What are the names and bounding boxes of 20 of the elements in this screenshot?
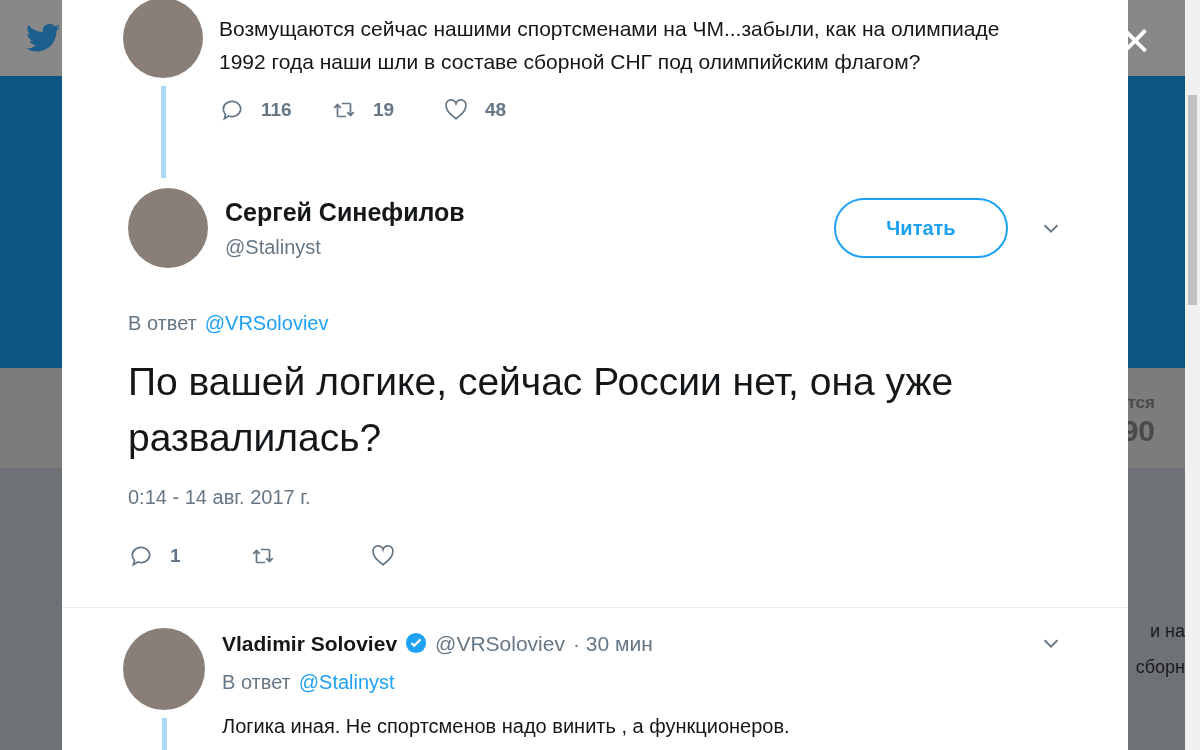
tweet-text: Возмущаются сейчас нашими спортсменами на ЧМ...забыли, как на олимпиаде 1992 года наши шли в составе сборной СНГ под олимпийским флагом? xyxy=(219,16,1001,75)
tweet-date: 0:14 - 14 авг. 2017 г. xyxy=(128,485,312,510)
user-handle[interactable]: @VRSoloviev xyxy=(435,627,565,659)
user-handle[interactable]: @Stalinyst xyxy=(225,231,834,262)
reply-label: В ответ xyxy=(128,311,197,336)
reply-count: 1 xyxy=(170,544,182,568)
like-count: 48 xyxy=(485,98,507,122)
reply-count: 116 xyxy=(261,98,293,122)
user-name[interactable]: Vladimir Soloviev xyxy=(222,627,398,659)
user-name[interactable]: Сергей Синефилов xyxy=(225,194,834,232)
background-text: сборн xyxy=(1135,656,1185,679)
tweet-text: По вашей логике, сейчас России нет, она уже развалилась? xyxy=(128,359,955,461)
mention-link[interactable]: @VRSoloviev xyxy=(204,308,329,338)
mention-link[interactable]: @Stalinyst xyxy=(298,667,395,697)
reply-label: В ответ xyxy=(222,670,291,695)
tweet-time: · 30 мин xyxy=(572,630,653,657)
retweet-count: 19 xyxy=(373,98,396,122)
background-text: и на xyxy=(1150,620,1185,643)
tweet-text: Логика иная. Не спортсменов надо винить , а функционеров. xyxy=(222,714,791,739)
follow-button[interactable]: Читать xyxy=(834,198,1008,258)
